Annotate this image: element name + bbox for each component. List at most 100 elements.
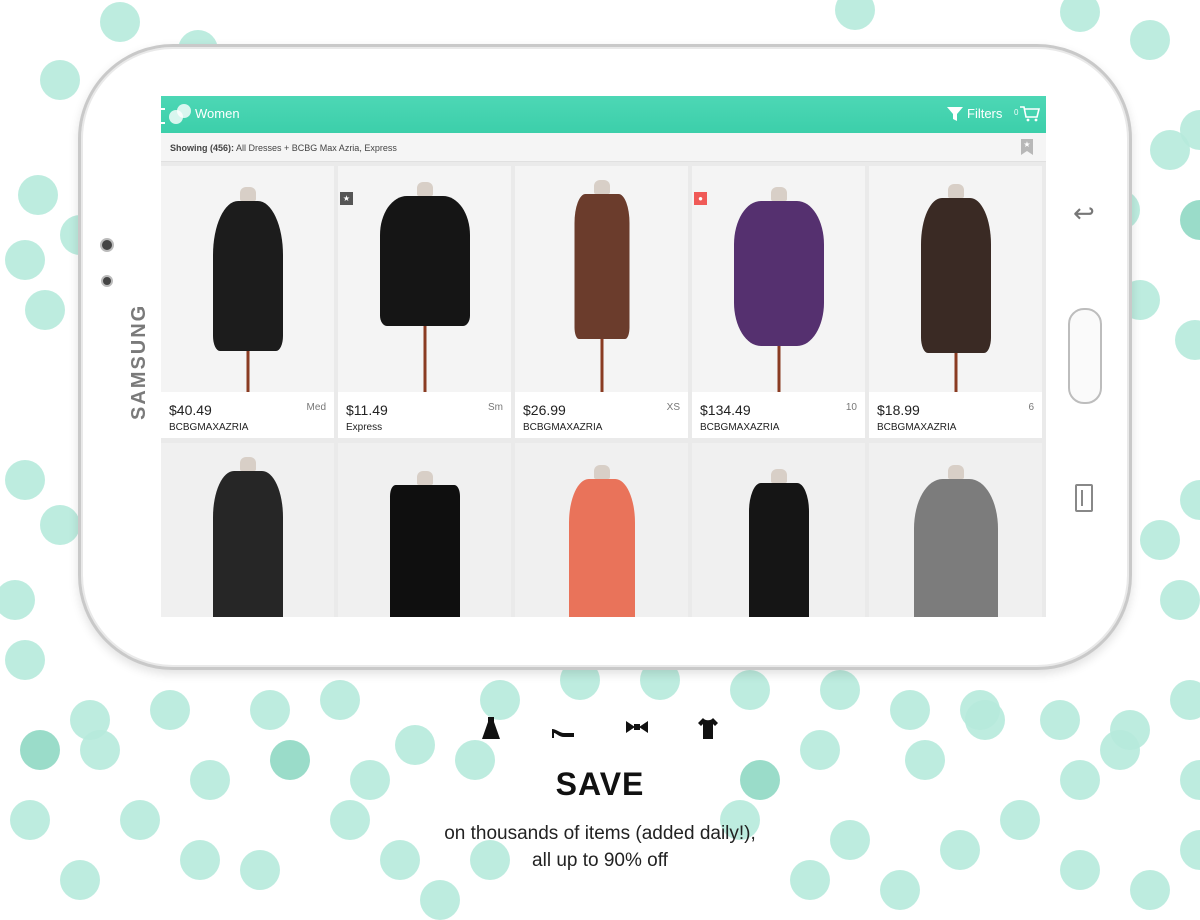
dress-image [212, 201, 283, 351]
product-price: $40.49 [169, 402, 212, 418]
product-size: Med [306, 402, 326, 413]
promo-line-1: on thousands of items (added daily!), [444, 823, 756, 844]
mannequin-neck [239, 457, 256, 471]
product-photo[interactable] [161, 166, 334, 392]
product-photo[interactable] [338, 443, 511, 617]
polka-dot [250, 690, 290, 730]
logo-icon [169, 104, 191, 124]
polka-dot [20, 730, 60, 770]
page-title[interactable]: Women [195, 106, 240, 121]
product-price: $11.49 [346, 402, 388, 418]
dress-image [568, 479, 635, 617]
back-key-icon[interactable]: ↩ [1073, 198, 1095, 229]
mannequin-neck [593, 465, 610, 479]
product-card[interactable] [869, 443, 1042, 617]
front-camera-icon [100, 238, 114, 252]
mannequin-stand [954, 349, 957, 392]
product-photo[interactable] [338, 166, 511, 392]
product-card[interactable] [515, 443, 688, 617]
polka-dot [150, 690, 190, 730]
mannequin-neck [947, 184, 964, 198]
product-brand: BCBGMAXAZRIA [169, 422, 249, 433]
dress-image [574, 194, 629, 339]
mannequin-stand [423, 322, 426, 392]
product-card[interactable] [161, 443, 334, 617]
product-size: XS [666, 402, 680, 413]
star-badge-icon: ★ [340, 192, 353, 205]
polka-dot [890, 690, 930, 730]
dress-image [379, 196, 470, 326]
polka-dot [100, 2, 140, 42]
polka-dot [0, 580, 35, 620]
product-card[interactable]: ★ $11.49 Sm Express [338, 166, 511, 438]
dress-image [733, 201, 824, 346]
polka-dot [1130, 870, 1170, 910]
polka-dot [40, 60, 80, 100]
product-size: 10 [845, 402, 857, 413]
product-card[interactable] [338, 443, 511, 617]
product-photo[interactable] [161, 443, 334, 617]
mannequin-neck [770, 469, 787, 483]
polka-dot [1040, 700, 1080, 740]
product-card[interactable]: $26.99 XS BCBGMAXAZRIA [515, 166, 688, 438]
dress-image [212, 471, 283, 617]
promo-line-2: all up to 90% off [532, 850, 668, 871]
polka-dot [320, 680, 360, 720]
polka-dot [965, 700, 1005, 740]
polka-dot [40, 505, 80, 545]
polka-dot [800, 730, 840, 770]
product-photo[interactable] [869, 166, 1042, 392]
product-photo[interactable] [515, 166, 688, 392]
polka-dot [395, 725, 435, 765]
polka-dot [1180, 200, 1200, 240]
cart-icon[interactable] [1020, 106, 1040, 122]
results-count-label: Showing (456): [170, 143, 235, 153]
product-photo[interactable] [869, 443, 1042, 617]
product-card[interactable]: $18.99 6 BCBGMAXAZRIA [869, 166, 1042, 438]
filters-button[interactable]: Filters [967, 106, 1002, 121]
product-brand: Express [346, 422, 383, 433]
mannequin-neck [947, 465, 964, 479]
polka-dot [5, 240, 45, 280]
polka-dot [1175, 320, 1200, 360]
polka-dot [80, 730, 120, 770]
polka-dot [25, 290, 65, 330]
mannequin-stand [246, 347, 249, 392]
polka-dot [1180, 480, 1200, 520]
product-card[interactable]: $40.49 Med BCBGMAXAZRIA [161, 166, 334, 438]
polka-dot [5, 460, 45, 500]
polka-dot [5, 640, 45, 680]
polka-dot [1140, 520, 1180, 560]
mannequin-neck [593, 180, 610, 194]
recent-apps-icon[interactable] [1075, 484, 1093, 512]
product-photo[interactable] [692, 443, 865, 617]
bow-icon [626, 721, 648, 733]
heel-icon [552, 729, 574, 738]
results-bar: Showing (456): All Dresses + BCBG Max Az… [161, 133, 1046, 162]
tshirt-icon [698, 718, 718, 739]
device-brand: SAMSUNG [128, 303, 150, 420]
dress-icon [482, 717, 500, 739]
product-photo[interactable] [692, 166, 865, 392]
product-price: $134.49 [700, 402, 751, 418]
polka-dot [420, 880, 460, 920]
polka-dot [730, 670, 770, 710]
home-button[interactable] [1068, 308, 1102, 404]
product-price: $18.99 [877, 402, 920, 418]
filter-icon[interactable] [947, 106, 963, 122]
product-brand: BCBGMAXAZRIA [523, 422, 603, 433]
product-size: Sm [488, 402, 503, 413]
app-screen: Women Filters 0 Showing (456): All Dress… [161, 96, 1046, 617]
polka-dot [835, 0, 875, 30]
product-photo[interactable] [515, 443, 688, 617]
product-card[interactable]: ● $134.49 10 BCBGMAXAZRIA [692, 166, 865, 438]
polka-dot [1060, 0, 1100, 32]
polka-dot [18, 175, 58, 215]
mannequin-neck [416, 182, 433, 196]
product-card[interactable] [692, 443, 865, 617]
dress-image [748, 483, 809, 617]
menu-icon[interactable] [161, 108, 165, 124]
bookmark-icon[interactable]: ★ [1021, 139, 1033, 155]
product-brand: BCBGMAXAZRIA [700, 422, 780, 433]
mannequin-stand [600, 335, 603, 392]
